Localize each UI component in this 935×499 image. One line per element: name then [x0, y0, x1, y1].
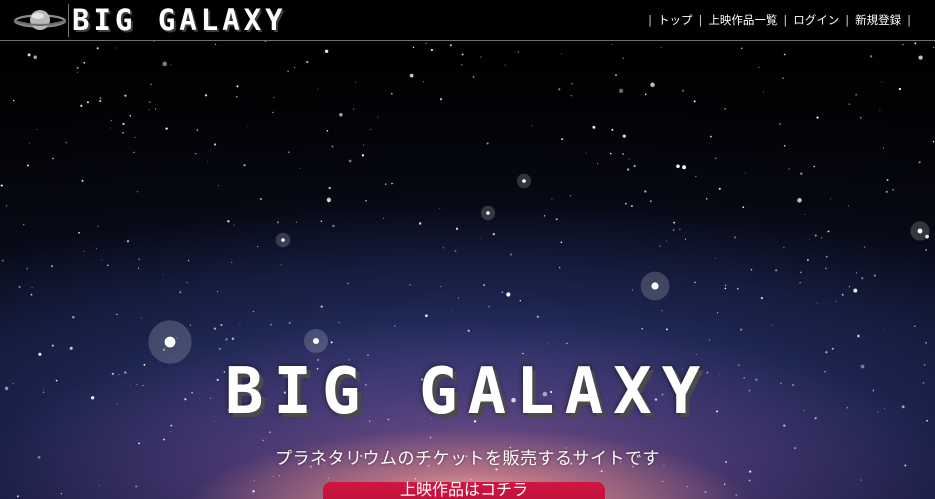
view-movies-button-label: 上映作品はコチラ [399, 480, 528, 499]
site-header: BIG GALAXY | トップ | 上映作品一覧 | ログイン | 新規登録 … [0, 0, 935, 41]
hero-title: BIG GALAXY [224, 355, 711, 429]
starfield [0, 41, 935, 499]
hero-section: BIG GALAXY プラネタリウムのチケットを販売するサイトです 上映作品はコ… [0, 41, 935, 499]
logo-divider [68, 4, 69, 37]
nav-top[interactable]: トップ [658, 12, 693, 28]
site-logo[interactable]: BIG GALAXY [72, 5, 287, 35]
saturn-icon[interactable] [14, 5, 66, 35]
nav-register[interactable]: 新規登録 [855, 12, 901, 28]
view-movies-button[interactable]: 上映作品はコチラ [323, 480, 605, 499]
nav-login[interactable]: ログイン [793, 12, 839, 28]
main-nav: | トップ | 上映作品一覧 | ログイン | 新規登録 | [648, 12, 911, 28]
nav-movie-list[interactable]: 上映作品一覧 [708, 12, 777, 28]
hero-subtitle: プラネタリウムのチケットを販売するサイトです [275, 449, 660, 469]
